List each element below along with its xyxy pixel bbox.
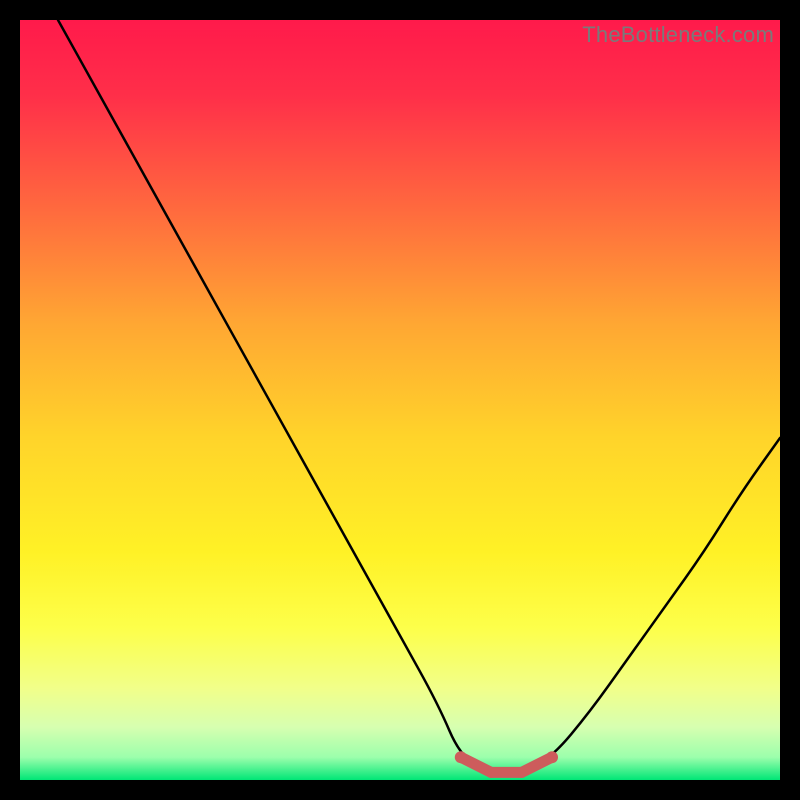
gradient-background [20,20,780,780]
min-plateau-end [546,751,558,763]
plot-frame: TheBottleneck.com [20,20,780,780]
min-plateau-end [455,751,467,763]
watermark-text: TheBottleneck.com [582,22,774,48]
bottleneck-chart [20,20,780,780]
